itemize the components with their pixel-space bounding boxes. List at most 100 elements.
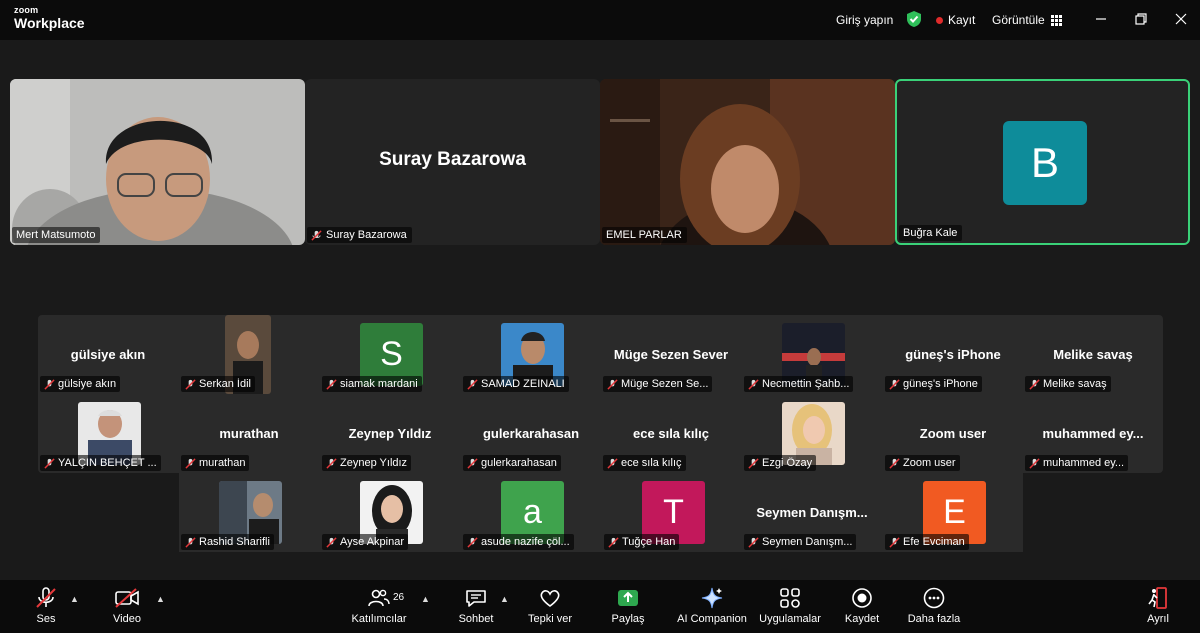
minimize-icon[interactable]: [1092, 10, 1110, 28]
gallery-cell[interactable]: Seymen Danışm... Seymen Danışm...: [742, 473, 882, 552]
gallery-strip: gülsiye akın gülsiye akın Serkan İdil S …: [38, 315, 1163, 473]
gallery-cell[interactable]: Serkan İdil: [179, 315, 319, 394]
participant-video: [10, 79, 305, 245]
mic-muted-icon: [185, 457, 196, 469]
participants-options-caret-icon[interactable]: ▲: [421, 594, 430, 604]
gallery-cell[interactable]: Rashid Sharifli: [179, 473, 319, 552]
gallery-cell[interactable]: YALÇIN BEHÇET ...: [38, 394, 178, 473]
gallery-cell[interactable]: gulerkarahasan gulerkarahasan: [461, 394, 601, 473]
gallery-cell[interactable]: muhammed ey... muhammed ey...: [1023, 394, 1163, 473]
mic-muted-icon: [607, 457, 618, 469]
participant-name-tag: Müge Sezen Se...: [603, 376, 713, 392]
more-label: Daha fazla: [907, 613, 961, 625]
avatar: B: [1003, 121, 1087, 205]
participant-name: Tuğçe Han: [622, 536, 676, 548]
participant-name: güneş's iPhone: [903, 378, 978, 390]
gallery-cell[interactable]: güneş's iPhone güneş's iPhone: [883, 315, 1023, 394]
more-button[interactable]: Daha fazla: [894, 586, 974, 625]
gallery-cell[interactable]: SAMAD ZEINALI: [461, 315, 601, 394]
participant-name: Ezgi Özay: [762, 457, 813, 469]
participant-name: Efe Evciman: [903, 536, 965, 548]
participant-name-tag: güneş's iPhone: [885, 376, 982, 392]
gallery-cell[interactable]: murathan murathan: [179, 394, 319, 473]
video-button[interactable]: Video: [87, 586, 167, 625]
record-label: Kayıt: [948, 13, 976, 27]
sparkle-icon: [701, 587, 723, 609]
encryption-shield-icon[interactable]: [906, 10, 922, 33]
audio-label: Ses: [36, 613, 56, 625]
participants-label: Katılımcılar: [351, 613, 407, 625]
gallery-cell[interactable]: ece sıla kılıç ece sıla kılıç: [601, 394, 741, 473]
participant-name-tag: gulerkarahasan: [463, 455, 561, 471]
react-button[interactable]: Tepki ver: [510, 586, 590, 625]
audio-button[interactable]: Ses: [6, 586, 86, 625]
gallery-cell[interactable]: Müge Sezen Sever Müge Sezen Se...: [601, 315, 741, 394]
leave-button[interactable]: Ayrıl: [1118, 586, 1198, 625]
participants-button[interactable]: Katılımcılar: [339, 586, 419, 625]
gallery-cell[interactable]: Zeynep Yıldız Zeynep Yıldız: [320, 394, 460, 473]
participant-name: Zeynep Yıldız: [340, 457, 408, 469]
participant-name: Melike savaş: [1043, 378, 1107, 390]
participant-name: Müge Sezen Se...: [621, 378, 709, 390]
restore-icon[interactable]: [1132, 10, 1150, 28]
mic-muted-icon: [185, 378, 196, 390]
chat-options-caret-icon[interactable]: ▲: [500, 594, 509, 604]
mic-muted-icon: [748, 457, 759, 469]
close-icon[interactable]: [1172, 10, 1190, 28]
record-dot-icon: [936, 16, 943, 24]
video-tile[interactable]: Mert Matsumoto: [10, 79, 305, 245]
grid-icon: [1050, 14, 1062, 26]
apps-icon: [780, 588, 800, 608]
leave-label: Ayrıl: [1147, 613, 1169, 625]
view-button[interactable]: Görüntüle: [992, 0, 1062, 40]
gallery-cell[interactable]: gülsiye akın gülsiye akın: [38, 315, 178, 394]
gallery-cell[interactable]: a asude nazife çöl...: [461, 473, 601, 552]
mic-muted-icon: [36, 587, 56, 608]
share-label: Paylaş: [611, 613, 645, 625]
participant-display-name: Melike savaş: [1053, 347, 1133, 362]
participant-name: Serkan İdil: [199, 378, 251, 390]
active-speaker-tile[interactable]: B Buğra Kale: [895, 79, 1190, 245]
mic-muted-icon: [889, 536, 900, 548]
gallery-cell[interactable]: T Tuğçe Han: [602, 473, 742, 552]
video-options-caret-icon[interactable]: ▲: [156, 594, 165, 604]
participant-name-tag: SAMAD ZEINALI: [463, 376, 569, 392]
mic-muted-icon: [889, 457, 900, 469]
gallery-cell[interactable]: Ezgi Özay: [742, 394, 882, 473]
chat-button[interactable]: Sohbet: [436, 586, 516, 625]
gallery-cell[interactable]: Necmettin Şahb...: [742, 315, 882, 394]
participant-name: Zoom user: [903, 457, 956, 469]
gallery-cell[interactable]: Melike savaş Melike savaş: [1023, 315, 1163, 394]
audio-options-caret-icon[interactable]: ▲: [70, 594, 79, 604]
apps-button[interactable]: Uygulamalar: [750, 586, 830, 625]
gallery-cell[interactable]: S siamak mardani: [320, 315, 460, 394]
gallery-cell[interactable]: E Efe Evciman: [883, 473, 1023, 552]
mic-muted-icon: [311, 229, 322, 241]
record-label: Kaydet: [844, 613, 880, 625]
participant-name-tag: Zoom user: [885, 455, 960, 471]
participant-display-name: ece sıla kılıç: [633, 426, 709, 441]
view-label: Görüntüle: [992, 13, 1045, 27]
mic-muted-icon: [467, 378, 478, 390]
video-tile[interactable]: EMEL PARLAR: [600, 79, 895, 245]
share-button[interactable]: Paylaş: [588, 586, 668, 625]
gallery-cell[interactable]: Zoom user Zoom user: [883, 394, 1023, 473]
ai-companion-button[interactable]: AI Companion: [672, 586, 752, 625]
video-tile[interactable]: Suray Bazarowa Suray Bazarowa: [305, 79, 600, 245]
participant-name-tag: Tuğçe Han: [604, 534, 680, 550]
signin-link[interactable]: Giriş yapın: [836, 0, 893, 40]
participant-name-tag: muhammed ey...: [1025, 455, 1129, 471]
record-button[interactable]: Kaydet: [822, 586, 902, 625]
mic-muted-icon: [44, 457, 55, 469]
participant-name-tag: EMEL PARLAR: [602, 227, 687, 243]
record-indicator[interactable]: Kayıt: [936, 0, 975, 40]
mic-muted-icon: [326, 536, 337, 548]
participant-name: Buğra Kale: [903, 227, 958, 239]
video-off-icon: [115, 588, 139, 608]
mic-muted-icon: [326, 378, 337, 390]
mic-muted-icon: [748, 536, 759, 548]
mic-muted-icon: [467, 536, 478, 548]
participant-name-tag: asude nazife çöl...: [463, 534, 574, 550]
gallery-cell[interactable]: Ayse Akpinar: [320, 473, 460, 552]
participant-name-tag: Zeynep Yıldız: [322, 455, 412, 471]
